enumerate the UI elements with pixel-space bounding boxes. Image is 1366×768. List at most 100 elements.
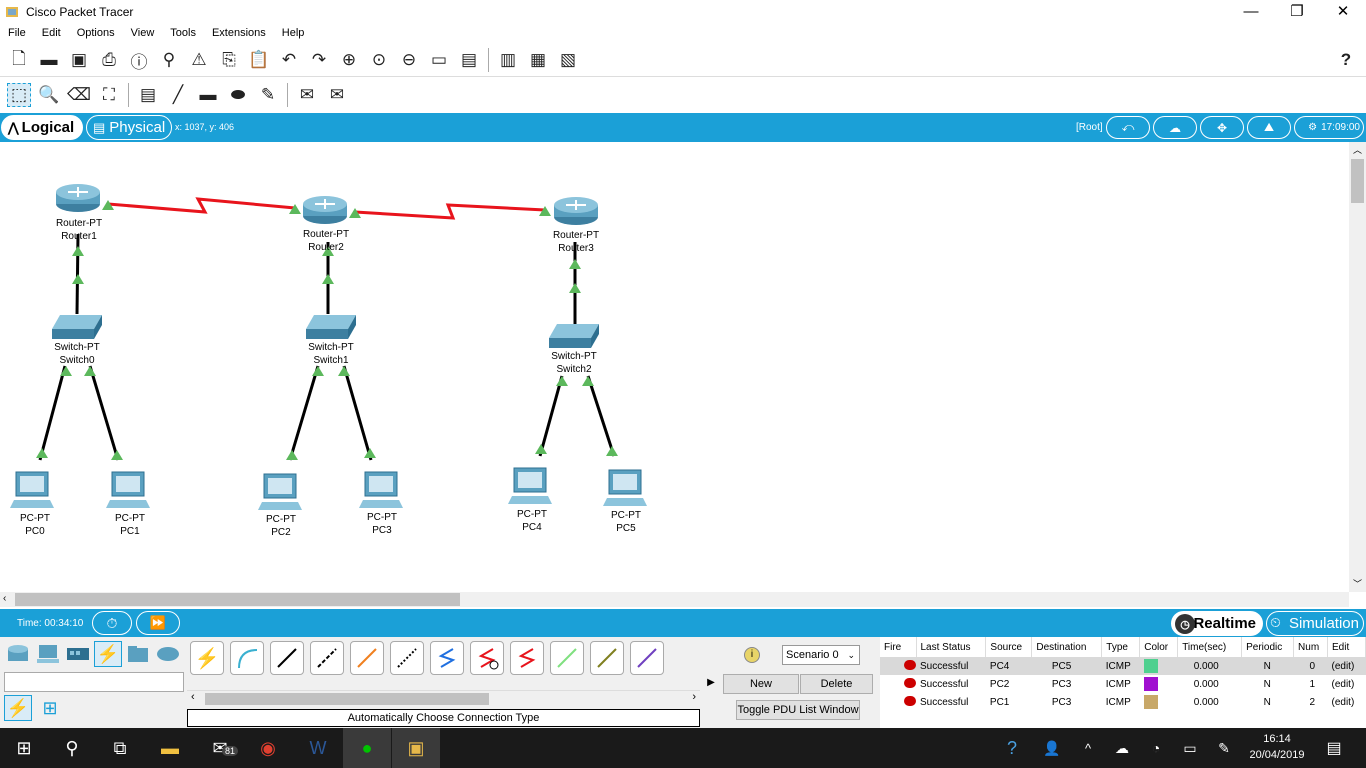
open-folder-icon[interactable]: ▬ <box>37 48 61 72</box>
col-source[interactable]: Source <box>985 637 1033 657</box>
scroll-thumb[interactable] <box>15 593 460 606</box>
set-background-icon[interactable]: ⛰ <box>1247 116 1291 139</box>
coaxial-cable-icon[interactable] <box>430 641 464 675</box>
router2-label[interactable]: Router-PT Router2 <box>296 228 356 254</box>
scenario-info-icon[interactable]: i <box>744 647 760 663</box>
serial-dce-cable-icon[interactable] <box>470 641 504 675</box>
notes-icon[interactable]: ▥ <box>496 48 520 72</box>
help-button[interactable]: ? <box>1334 48 1358 72</box>
edit-link[interactable]: (edit) <box>1328 675 1366 693</box>
pc5-label[interactable]: PC-PT PC5 <box>596 509 656 535</box>
root-label[interactable]: [Root] <box>1076 122 1103 133</box>
back-icon[interactable]: ⤺ <box>1106 116 1150 139</box>
redo-icon[interactable]: ↷ <box>307 48 331 72</box>
restore-button[interactable]: ❐ <box>1274 0 1320 22</box>
col-edit[interactable]: Edit <box>1327 637 1366 657</box>
power-cycle-icon[interactable]: ⏱ <box>92 611 132 635</box>
scroll-thumb[interactable] <box>205 693 489 705</box>
file-explorer-icon[interactable]: ▬ <box>146 728 194 768</box>
new-scenario-button[interactable]: New <box>723 674 799 694</box>
edit-link[interactable]: (edit) <box>1328 657 1366 675</box>
menu-help[interactable]: Help <box>274 27 313 39</box>
menu-tools[interactable]: Tools <box>162 27 204 39</box>
iot-custom-cable-icon[interactable] <box>590 641 624 675</box>
router1-label[interactable]: Router-PT Router1 <box>49 217 109 243</box>
scroll-thumb[interactable] <box>1351 159 1364 203</box>
col-last-status[interactable]: Last Status <box>916 637 987 657</box>
task-view-icon[interactable]: ⧉ <box>96 728 144 768</box>
menu-file[interactable]: File <box>0 27 34 39</box>
vertical-scrollbar[interactable]: ︿ ﹀ <box>1349 142 1366 592</box>
console-cable-icon[interactable] <box>230 641 264 675</box>
packet-tracer-taskbar-icon[interactable]: ▣ <box>392 728 440 768</box>
custom-device-icon[interactable]: ▤ <box>457 48 481 72</box>
menu-extensions[interactable]: Extensions <box>204 27 274 39</box>
horizontal-scrollbar[interactable]: ‹ <box>0 592 1349 607</box>
col-destination[interactable]: Destination <box>1031 637 1103 657</box>
draw-line-icon[interactable]: ╱ <box>166 83 190 107</box>
zoom-in-icon[interactable]: ⊕ <box>337 48 361 72</box>
device-search-field[interactable] <box>4 672 184 692</box>
connections-icon[interactable]: ⚡ <box>94 641 122 667</box>
serial-dte-cable-icon[interactable] <box>510 641 544 675</box>
pen-icon[interactable]: ✎ <box>1204 728 1244 768</box>
fire-icon[interactable] <box>880 675 916 693</box>
col-time[interactable]: Time(sec) <box>1177 637 1243 657</box>
line-icon[interactable]: ● <box>343 728 391 768</box>
scroll-right-icon[interactable]: › <box>692 691 696 703</box>
copy-icon[interactable]: ⎘ <box>217 48 241 72</box>
scroll-down-icon[interactable]: ﹀ <box>1349 576 1366 592</box>
simulation-tab[interactable]: ⏲ Simulation <box>1266 611 1364 636</box>
zoom-out-icon[interactable]: ⊖ <box>397 48 421 72</box>
menu-view[interactable]: View <box>123 27 163 39</box>
note-icon[interactable]: ▤ <box>136 83 160 107</box>
table-row[interactable]: Successful PC2 PC3 ICMP 0.000 N 1 (edit) <box>880 675 1366 693</box>
table-row[interactable]: Successful PC4 PC5 ICMP 0.000 N 0 (edit) <box>880 657 1366 675</box>
router3-label[interactable]: Router-PT Router3 <box>546 229 606 255</box>
realtime-tab[interactable]: ◷ Realtime <box>1171 611 1263 636</box>
pc2-label[interactable]: PC-PT PC2 <box>251 513 311 539</box>
col-num[interactable]: Num <box>1293 637 1328 657</box>
octal-cable-icon[interactable] <box>550 641 584 675</box>
close-button[interactable]: ✕ <box>1320 0 1366 22</box>
col-color[interactable]: Color <box>1139 637 1179 657</box>
straight-through-cable-icon[interactable] <box>270 641 304 675</box>
col-fire[interactable]: Fire <box>880 637 917 657</box>
complex-pdu-icon[interactable]: ✉ <box>325 83 349 107</box>
undo-icon[interactable]: ↶ <box>277 48 301 72</box>
toggle-pdu-list-button[interactable]: Toggle PDU List Window <box>736 700 860 720</box>
col-type[interactable]: Type <box>1101 637 1141 657</box>
delete-scenario-button[interactable]: Delete <box>800 674 873 694</box>
switch1-label[interactable]: Switch-PT Switch1 <box>301 341 361 367</box>
pc4-label[interactable]: PC-PT PC4 <box>502 508 562 534</box>
switch2-label[interactable]: Switch-PT Switch2 <box>544 350 604 376</box>
expand-panel-icon[interactable]: ▶ <box>704 637 718 728</box>
pc3-label[interactable]: PC-PT PC3 <box>352 511 412 537</box>
table-row[interactable]: Successful PC1 PC3 ICMP 0.000 N 2 (edit) <box>880 693 1366 711</box>
physical-tab[interactable]: ▤ Physical <box>86 115 172 140</box>
edit-link[interactable]: (edit) <box>1328 693 1366 711</box>
cable-scrollbar[interactable]: ‹ › <box>187 690 700 706</box>
notifications-icon[interactable]: ▤ <box>1310 728 1358 768</box>
save-icon[interactable]: ▣ <box>67 48 91 72</box>
select-icon[interactable]: ⬚ <box>7 83 31 107</box>
print-icon[interactable]: ⎙ <box>97 48 121 72</box>
info-icon[interactable]: ⓘ <box>127 48 151 72</box>
minimize-button[interactable]: — <box>1228 0 1274 22</box>
logical-workspace[interactable]: Router-PT Router1 Router-PT Router2 Router… <box>0 142 1349 592</box>
end-devices-icon[interactable] <box>34 641 62 667</box>
miscellaneous-icon[interactable] <box>124 641 152 667</box>
word-icon[interactable]: W <box>294 728 342 768</box>
scroll-left-icon[interactable]: ‹ <box>3 592 6 606</box>
move-object-icon[interactable]: ✥ <box>1200 116 1244 139</box>
search-icon[interactable]: ⚲ <box>48 728 96 768</box>
fire-icon[interactable] <box>880 693 916 711</box>
windows-start-icon[interactable]: ⊞ <box>0 728 48 768</box>
chrome-icon[interactable]: ◉ <box>244 728 292 768</box>
usb-cable-icon[interactable] <box>630 641 664 675</box>
fast-forward-icon[interactable]: ⏩ <box>136 611 180 635</box>
auto-connection-icon[interactable]: ⚡ <box>4 695 32 721</box>
menu-edit[interactable]: Edit <box>34 27 69 39</box>
fiber-cable-icon[interactable] <box>350 641 384 675</box>
automatic-cable-icon[interactable]: ⚡ <box>190 641 224 675</box>
